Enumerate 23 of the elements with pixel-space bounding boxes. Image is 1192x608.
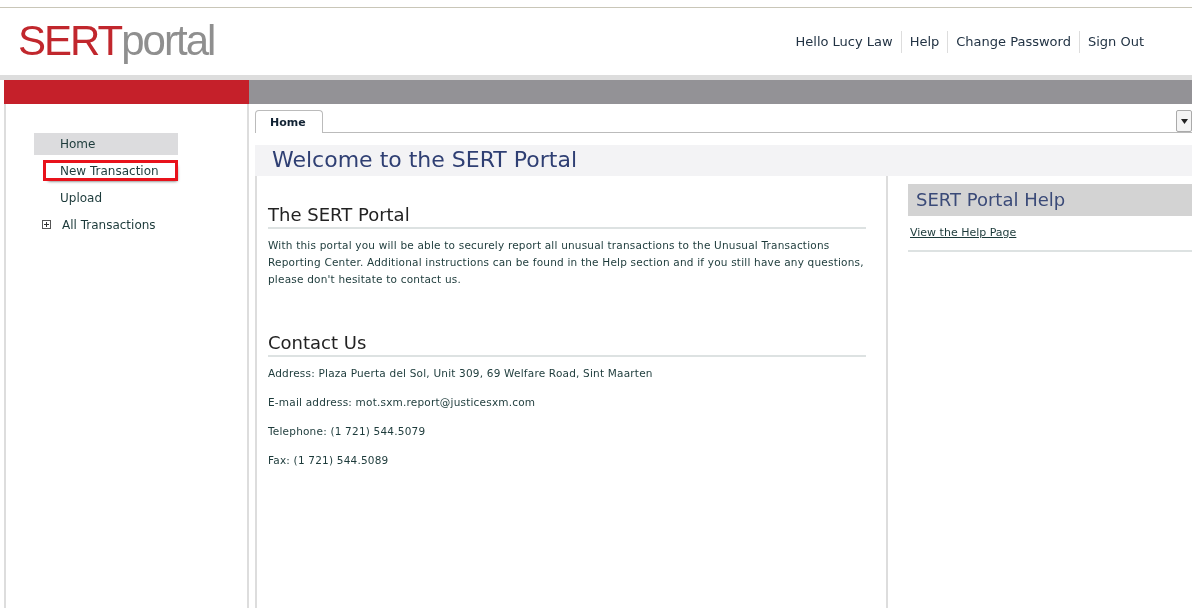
header-link[interactable]: Sign Out: [1079, 34, 1152, 49]
paragraph: With this portal you will be able to securely report all unusual transactions to the Unusual Transactions Reporting Center. Additional instructions can be found in the Help section and if you still have any questions, please don't hesitate to contact us.: [268, 238, 865, 287]
header-link[interactable]: Help: [901, 34, 948, 49]
user-greeting: Hello Lucy Law: [794, 34, 894, 49]
section-heading: The SERT Portal: [268, 204, 866, 229]
nav-item[interactable]: Upload: [34, 186, 178, 209]
tab[interactable]: Home: [255, 110, 323, 133]
paragraph: Address: Plaza Puerta del Sol, Unit 309, 69 Welfare Road, Sint Maarten: [268, 366, 654, 381]
section-heading: Contact Us: [268, 332, 866, 357]
caret-icon: [1180, 118, 1188, 124]
header-link[interactable]: Change Password: [948, 34, 1079, 49]
page-title: Welcome to the SERT Portal: [255, 145, 1192, 176]
dropdown-button[interactable]: [1176, 110, 1192, 132]
help-link[interactable]: View the Help Page: [910, 226, 1017, 239]
expand-icon[interactable]: [42, 220, 51, 229]
panel-title: SERT Portal Help: [908, 184, 1192, 216]
nav-item[interactable]: All Transactions: [51, 213, 156, 236]
paragraph: E-mail address: mot.sxm.report@justicesxm.com: [268, 395, 537, 410]
nav-item[interactable]: New Transaction: [46, 163, 175, 178]
paragraph: Telephone: (1 721) 544.5079: [268, 424, 427, 439]
paragraph: Fax: (1 721) 544.5089: [268, 453, 390, 468]
logo: SERTportal: [18, 19, 215, 62]
nav-item[interactable]: Home: [34, 132, 178, 155]
